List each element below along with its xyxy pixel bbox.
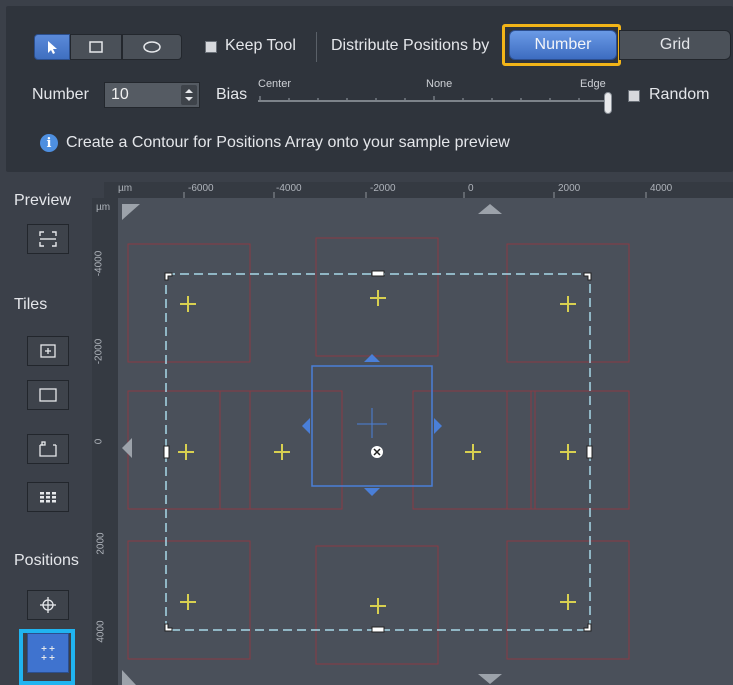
positions-overlay [122, 204, 630, 685]
rectangle-icon [89, 41, 103, 53]
tile-rectangle-button[interactable] [27, 380, 69, 410]
bias-slider-handle[interactable] [604, 92, 612, 114]
scroll-left-arrow[interactable] [122, 438, 132, 458]
pointer-icon [48, 41, 57, 54]
view-center-crosshair [357, 408, 387, 438]
ruler-tick-v: 4000 [95, 620, 107, 643]
corner-marker [122, 670, 136, 685]
move-left-arrow[interactable] [302, 418, 310, 434]
bias-center-label: Center [258, 78, 292, 90]
sample-preview-canvas[interactable] [118, 198, 733, 685]
add-tile-button[interactable] [27, 336, 69, 366]
preview-label: Preview [14, 192, 71, 209]
random-label: Random [649, 86, 710, 103]
center-x-marker [371, 446, 383, 458]
ellipse-icon [143, 41, 161, 53]
bias-edge-label: Edge [580, 78, 606, 90]
tiles-label: Tiles [14, 296, 48, 313]
distribute-label: Distribute Positions by [331, 37, 490, 54]
tool-settings-panel: Keep Tool Distribute Positions by Number… [6, 6, 733, 172]
keep-tool-checkbox[interactable] [205, 41, 217, 53]
rectangle-icon [39, 388, 57, 402]
add-tile-icon [40, 344, 56, 358]
ruler-tick-v: 0 [93, 438, 105, 445]
random-checkbox[interactable] [628, 90, 640, 102]
move-down-arrow[interactable] [364, 488, 380, 496]
corner-marker [122, 204, 140, 220]
add-position-button[interactable] [27, 590, 69, 620]
crosshair-icon [40, 597, 56, 613]
vertical-ruler: µm -4000 -2000 0 2000 4000 [92, 198, 118, 685]
ellipse-tool-button[interactable] [122, 34, 182, 60]
move-up-arrow[interactable] [364, 354, 380, 362]
distribute-by-grid-button[interactable]: Grid [619, 30, 731, 60]
pointer-tool-button[interactable] [34, 34, 70, 60]
scroll-up-arrow[interactable] [478, 204, 502, 214]
move-right-arrow[interactable] [434, 418, 442, 434]
ruler-unit-v: µm [96, 202, 111, 213]
scan-frame-icon [39, 231, 57, 247]
preview-scan-button[interactable] [27, 224, 69, 254]
rectangle-tool-button[interactable] [70, 34, 122, 60]
spin-arrows-icon[interactable] [181, 85, 197, 105]
toolbar-divider [316, 32, 317, 62]
number-button-highlight [502, 24, 621, 66]
info-icon: i [40, 134, 58, 152]
grid-tiles-icon [40, 492, 56, 503]
info-text: Create a Contour for Positions Array ont… [66, 134, 510, 151]
number-label: Number [32, 86, 89, 103]
horizontal-ruler: µm -6000 -4000 -2000 0 2000 4000 [104, 182, 733, 198]
grid-button-label: Grid [659, 36, 691, 53]
positions-panel: Keep Tool Distribute Positions by Number… [0, 0, 733, 685]
ruler-tick-v: -4000 [93, 250, 105, 277]
ruler-tick-v: -2000 [93, 338, 105, 365]
number-spinbox[interactable]: 10 [104, 82, 200, 108]
bias-label: Bias [216, 86, 248, 103]
keep-tool-label: Keep Tool [225, 37, 296, 54]
positions-array-highlight [19, 629, 75, 685]
ruler-tick-v: 2000 [95, 532, 107, 555]
positions-label: Positions [14, 552, 79, 569]
tools-sidebar: Preview Tiles Positions [0, 182, 92, 685]
scroll-down-arrow[interactable] [478, 674, 502, 684]
number-value: 10 [111, 86, 129, 103]
region-icon [39, 441, 57, 457]
tile-region-button[interactable] [27, 434, 69, 464]
bias-slider-ticks [259, 96, 609, 100]
bias-none-label: None [426, 78, 453, 90]
tile-grid-button[interactable] [27, 482, 69, 512]
